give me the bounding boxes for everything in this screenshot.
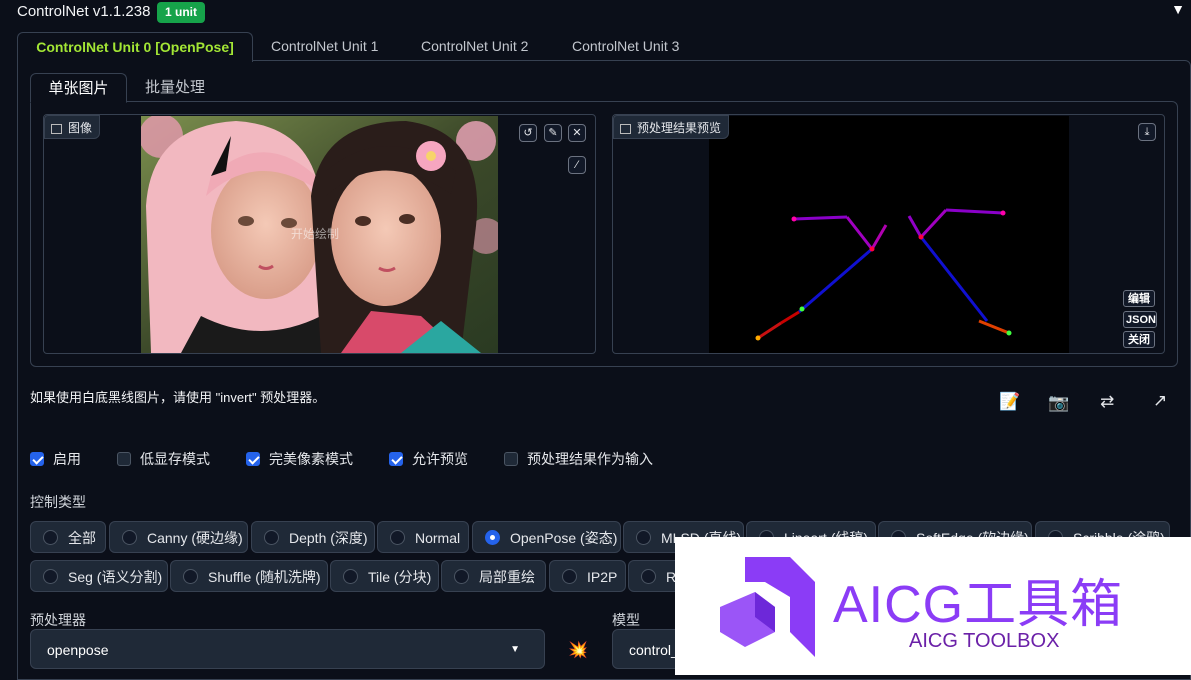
download-icon[interactable]: ⤓ xyxy=(1138,123,1156,141)
preprocessor-dropdown[interactable]: openpose ▼ xyxy=(30,629,545,669)
control-type-normal[interactable]: Normal xyxy=(377,521,469,553)
image-label: 图像 xyxy=(44,115,101,139)
radio-dot xyxy=(485,530,500,545)
radio-dot xyxy=(122,530,137,545)
image-input-box[interactable]: 开始绘制 图像 ↺ ✎ ✕ ⁄ xyxy=(43,114,596,354)
close-preview-button[interactable]: 关闭 xyxy=(1123,331,1155,348)
pixel-perfect-checkbox[interactable]: 完美像素模式 xyxy=(246,450,353,468)
tab-unit-0[interactable]: ControlNet Unit 0 [OpenPose] xyxy=(17,32,253,62)
control-type-shuffle[interactable]: Shuffle (随机洗牌) xyxy=(170,560,328,592)
enable-checkbox[interactable]: 启用 xyxy=(30,450,81,468)
image-icon xyxy=(51,123,62,134)
radio-dot xyxy=(343,569,358,584)
control-type-all[interactable]: 全部 xyxy=(30,521,106,553)
json-button[interactable]: JSON xyxy=(1123,311,1157,328)
control-type-tile[interactable]: Tile (分块) xyxy=(330,560,439,592)
watermark-subtitle: AICG TOOLBOX xyxy=(909,630,1060,652)
close-icon[interactable]: ✕ xyxy=(568,124,586,142)
allow-preview-checkbox[interactable]: 允许预览 xyxy=(389,450,468,468)
panel-title: ControlNet v1.1.238 xyxy=(17,3,151,20)
unit-count-badge: 1 unit xyxy=(157,2,205,23)
chevron-down-icon: ▼ xyxy=(510,644,520,655)
tab-unit-2[interactable]: ControlNet Unit 2 xyxy=(421,32,528,61)
control-type-ip2p[interactable]: IP2P xyxy=(549,560,626,592)
draw-start-watermark: 开始绘制 xyxy=(291,227,340,241)
checkbox-box[interactable] xyxy=(246,452,260,466)
tab-unit-3[interactable]: ControlNet Unit 3 xyxy=(572,32,679,61)
control-type-label: 控制类型 xyxy=(30,494,86,510)
control-type-inpaint[interactable]: 局部重绘 xyxy=(441,560,546,592)
model-label: 模型 xyxy=(612,612,640,628)
radio-dot xyxy=(390,530,405,545)
camera-icon[interactable]: 📷 xyxy=(1048,393,1069,413)
brush-icon[interactable]: ⁄ xyxy=(568,156,586,174)
radio-dot xyxy=(562,569,577,584)
control-type-depth[interactable]: Depth (深度) xyxy=(251,521,375,553)
radio-dot xyxy=(264,530,279,545)
radio-dot xyxy=(454,569,469,584)
preprocessor-label: 预处理器 xyxy=(30,612,86,628)
checkbox-box[interactable] xyxy=(117,452,131,466)
collapse-icon[interactable]: ▼ xyxy=(1171,1,1185,17)
checkbox-box[interactable] xyxy=(389,452,403,466)
low-vram-checkbox[interactable]: 低显存模式 xyxy=(117,450,210,468)
swap-icon[interactable]: ⇄ xyxy=(1100,392,1114,412)
eraser-icon[interactable]: ✎ xyxy=(544,124,562,142)
control-type-seg[interactable]: Seg (语义分割) xyxy=(30,560,168,592)
checkbox-box[interactable] xyxy=(504,452,518,466)
edit-button[interactable]: 编辑 xyxy=(1123,290,1155,307)
aicg-watermark: AICG工具箱 AICG TOOLBOX xyxy=(675,537,1191,675)
radio-dot xyxy=(636,530,651,545)
pose-preview-image xyxy=(709,116,1069,353)
notes-icon[interactable]: 📝 xyxy=(999,392,1020,412)
send-dimensions-icon[interactable]: ↗ xyxy=(1153,391,1167,411)
control-type-canny[interactable]: Canny (硬边缘) xyxy=(109,521,248,553)
undo-icon[interactable]: ↺ xyxy=(519,124,537,142)
radio-dot xyxy=(183,569,198,584)
watermark-title: AICG工具箱 xyxy=(833,576,1124,634)
image-icon xyxy=(620,123,631,134)
radio-dot xyxy=(43,569,58,584)
radio-dot xyxy=(43,530,58,545)
aicg-logo xyxy=(720,557,815,657)
tab-unit-1[interactable]: ControlNet Unit 1 xyxy=(271,32,378,61)
tab-single-image[interactable]: 单张图片 xyxy=(30,73,127,103)
control-type-openpose[interactable]: OpenPose (姿态) xyxy=(472,521,621,553)
preview-label: 预处理结果预览 xyxy=(613,115,730,139)
preprocessor-preview-box[interactable]: 预处理结果预览 ⤓ 编辑 JSON 关闭 xyxy=(612,114,1165,354)
tab-batch[interactable]: 批量处理 xyxy=(145,73,205,102)
radio-dot xyxy=(641,569,656,584)
run-preprocessor-icon[interactable]: 💥 xyxy=(568,640,588,660)
invert-hint: 如果使用白底黑线图片，请使用 "invert" 预处理器。 xyxy=(30,390,326,405)
checkbox-box[interactable] xyxy=(30,452,44,466)
preview-as-input-checkbox[interactable]: 预处理结果作为输入 xyxy=(504,450,653,468)
